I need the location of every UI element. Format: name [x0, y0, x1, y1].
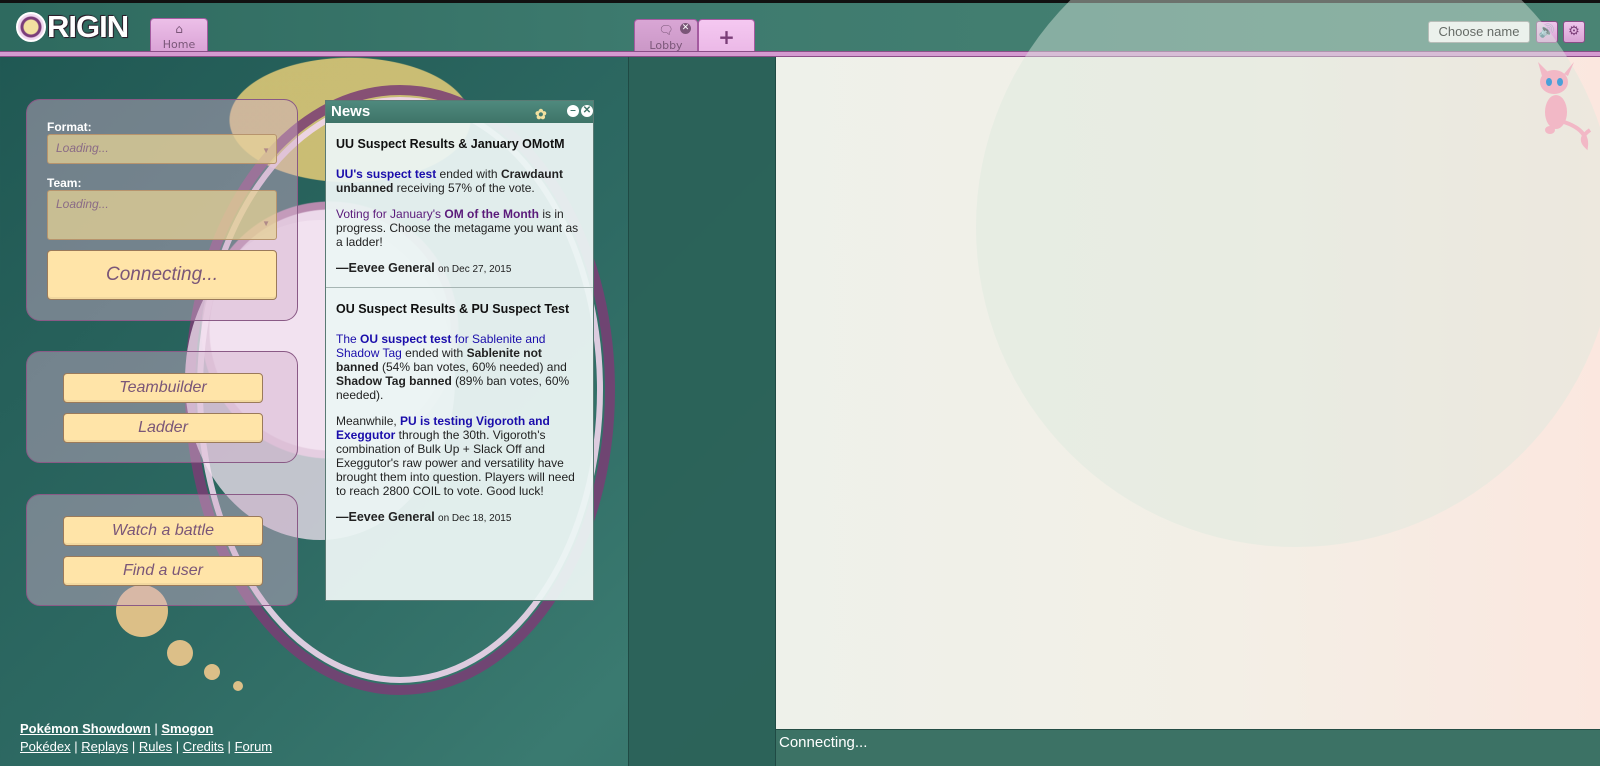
news-header: News ✿ – ✕ [326, 101, 593, 123]
news-text: Meanwhile, [336, 414, 401, 428]
footer-separator: | [154, 721, 158, 736]
news-heading: OU Suspect Results & PU Suspect Test [336, 302, 570, 316]
logo-text: RIGIN [47, 9, 129, 44]
link-smogon[interactable]: Smogon [161, 721, 213, 736]
news-paragraph: Voting for January's OM of the Month is … [336, 207, 583, 249]
link-replays[interactable]: Replays [81, 739, 128, 754]
news-date: on Dec 18, 2015 [438, 513, 512, 524]
logo-pokeball-icon [16, 12, 46, 42]
news-text: (54% ban votes, 60% needed) and [378, 360, 567, 374]
watch-battle-button[interactable]: Watch a battle [63, 516, 263, 546]
news-bold: Shadow Tag banned [336, 374, 452, 388]
news-link-text: The [336, 332, 361, 346]
news-link[interactable]: Voting for January's OM of the Month [336, 207, 539, 221]
close-icon[interactable]: ✕ [581, 105, 593, 117]
lobby-room-area [776, 0, 1600, 729]
news-author: —Eevee General [336, 261, 435, 275]
tab-home-label: Home [162, 38, 196, 51]
chevron-down-icon: ▼ [262, 219, 270, 228]
format-label: Format: [47, 120, 92, 134]
news-signature: —Eevee General on Dec 18, 2015 [336, 510, 583, 526]
format-select[interactable]: Loading... ▼ [47, 134, 277, 164]
link-pokedex[interactable]: Pokédex [20, 739, 71, 754]
footer-separator: | [74, 739, 78, 754]
news-item: OU Suspect Results & PU Suspect Test The… [326, 288, 593, 536]
footer-links: Pokémon Showdown | Smogon Pokédex | Repl… [20, 720, 272, 756]
news-link-text: Voting for January's [336, 207, 445, 221]
footer-line-1: Pokémon Showdown | Smogon [20, 720, 272, 738]
teambuilder-button[interactable]: Teambuilder [63, 373, 263, 403]
footer-separator: | [131, 739, 136, 754]
news-paragraph: UU's suspect test ended with Crawdaunt u… [336, 167, 583, 195]
news-paragraph: Meanwhile, PU is testing Vigoroth and Ex… [336, 414, 583, 498]
settings-button[interactable]: ⚙ [1563, 21, 1585, 43]
plus-icon: + [718, 25, 735, 49]
link-forum[interactable]: Forum [235, 739, 273, 754]
news-author: —Eevee General [336, 510, 435, 524]
room-status-bar: Connecting... [776, 729, 1600, 766]
ladder-button[interactable]: Ladder [63, 413, 263, 443]
link-pokemon-showdown[interactable]: Pokémon Showdown [20, 721, 151, 736]
news-link-bold: OM of the Month [444, 207, 539, 221]
tools-panel: Teambuilder Ladder [26, 351, 298, 463]
footer-line-2: Pokédex | Replays | Rules | Credits | Fo… [20, 738, 272, 756]
news-link-bold: OU suspect test [360, 332, 452, 346]
news-panel: News ✿ – ✕ UU Suspect Results & January … [325, 100, 594, 601]
format-select-value: Loading... [56, 141, 109, 155]
news-heading: UU Suspect Results & January OMotM [336, 137, 565, 151]
browse-panel: Watch a battle Find a user [26, 494, 298, 606]
mew-mascot-image [1538, 62, 1592, 151]
minimize-icon[interactable]: – [567, 105, 579, 117]
pikachu-icon: ✿ [535, 106, 547, 122]
status-text: Connecting... [779, 734, 868, 751]
tab-new-room[interactable]: + [698, 19, 755, 55]
footer-separator: | [175, 739, 180, 754]
news-text: receiving 57% of the vote. [393, 181, 535, 195]
room-list-strip [628, 57, 776, 766]
news-paragraph: The OU suspect test for Sablenite and Sh… [336, 332, 583, 402]
connecting-button[interactable]: Connecting... [47, 250, 277, 300]
footer-separator: | [227, 739, 231, 754]
tab-lobby[interactable]: 🗨 Lobby ✕ [634, 19, 698, 55]
news-item: UU Suspect Results & January OMotM UU's … [326, 123, 593, 288]
room-background-decoration [976, 0, 1600, 547]
team-select[interactable]: Loading... ▼ [47, 190, 277, 240]
origin-logo[interactable]: RIGIN [16, 9, 129, 45]
find-user-button[interactable]: Find a user [63, 556, 263, 586]
team-label: Team: [47, 176, 82, 190]
team-select-value: Loading... [56, 197, 109, 211]
chevron-down-icon: ▼ [262, 146, 270, 155]
news-date: on Dec 27, 2015 [438, 264, 512, 275]
news-title: News [331, 103, 371, 120]
link-rules[interactable]: Rules [139, 739, 172, 754]
battle-form-panel: Format: Loading... ▼ Team: Loading... ▼ … [26, 99, 298, 321]
home-icon: ⌂ [175, 22, 183, 36]
news-link[interactable]: UU's suspect test [336, 167, 436, 181]
close-tab-icon[interactable]: ✕ [680, 23, 691, 34]
link-credits[interactable]: Credits [183, 739, 224, 754]
news-text: ended with [401, 346, 467, 360]
news-text: ended with [436, 167, 501, 181]
news-signature: —Eevee General on Dec 27, 2015 [336, 261, 583, 277]
tab-home[interactable]: ⌂ Home [150, 18, 208, 55]
gear-icon: ⚙ [1568, 24, 1580, 39]
